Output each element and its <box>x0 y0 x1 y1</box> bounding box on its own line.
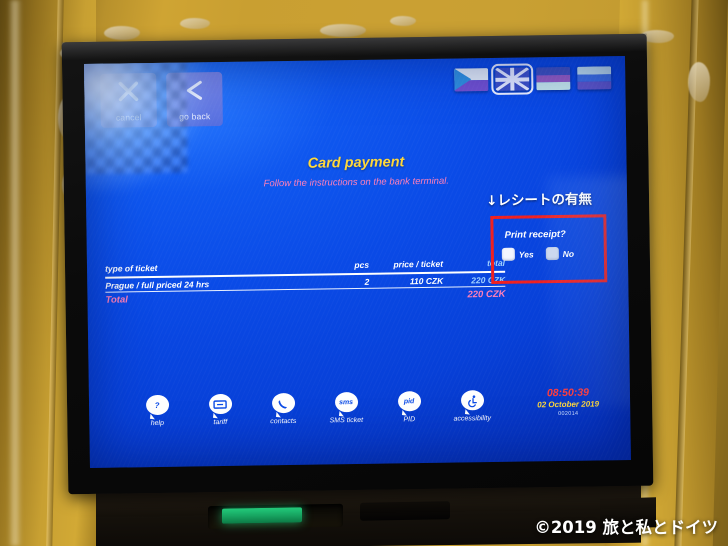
german-flag[interactable] <box>536 66 571 91</box>
receipt-yes-option[interactable]: Yes <box>501 247 534 261</box>
clock-time: 08:50:39 <box>546 386 590 400</box>
screen-glare-right <box>546 175 631 408</box>
header-price: price / ticket <box>393 258 444 270</box>
checkbox-icon[interactable] <box>501 247 515 261</box>
arrow-left-icon <box>181 77 207 107</box>
close-x-icon <box>115 78 141 108</box>
accessibility-label: accessibility <box>453 415 492 423</box>
ticket-dispenser-slot[interactable] <box>360 501 450 521</box>
page-title: Card payment <box>307 154 405 172</box>
receipt-options: Yes No <box>501 247 575 261</box>
machine-id: 002014 <box>558 410 579 418</box>
receipt-no-label: No <box>562 248 575 259</box>
help-button[interactable]: ? help <box>135 394 179 428</box>
kiosk-gloss <box>8 0 22 546</box>
receipt-question: Print receipt? <box>504 228 566 241</box>
cancel-button-label: cancel <box>115 112 142 123</box>
watermark: ©2019 旅と私とドイツ <box>534 518 718 537</box>
checkbox-icon[interactable] <box>545 247 559 261</box>
clock-panel: 08:50:39 02 October 2019 002014 <box>520 386 616 417</box>
card-reader-led <box>222 507 302 524</box>
sms-icon: sms <box>334 392 358 413</box>
pid-icon: pid <box>397 391 421 412</box>
help-label: help <box>150 419 165 428</box>
pid-button[interactable]: pid PID <box>387 391 431 424</box>
kiosk-monitor: cancel go back Card payment Follow the i… <box>61 33 654 495</box>
contacts-button[interactable]: contacts <box>261 392 305 426</box>
cell-ticket-price: 110 CZK <box>409 275 444 286</box>
receipt-no-option[interactable]: No <box>545 247 575 261</box>
paint-chip <box>104 26 140 40</box>
touchscreen[interactable]: cancel go back Card payment Follow the i… <box>84 56 631 468</box>
total-value: 220 CZK <box>467 288 506 301</box>
phone-icon <box>271 392 295 414</box>
total-label: Total <box>105 294 128 306</box>
cell-ticket-pcs: 2 <box>364 276 370 287</box>
question-mark-icon: ? <box>145 394 169 416</box>
tariff-icon <box>208 393 232 415</box>
go-back-button-label: go back <box>179 111 211 122</box>
uk-flag[interactable] <box>491 63 534 96</box>
czech-flag[interactable] <box>454 68 489 92</box>
sms-ticket-label: SMS ticket <box>329 416 364 425</box>
wheelchair-icon <box>460 390 484 411</box>
receipt-yes-label: Yes <box>518 248 534 260</box>
paint-chip <box>390 16 416 26</box>
sms-ticket-button[interactable]: sms SMS ticket <box>324 392 368 425</box>
tariff-button[interactable]: tariff <box>198 393 242 427</box>
header-pcs: pcs <box>354 259 370 271</box>
language-selector <box>454 63 612 96</box>
header-type: type of ticket <box>104 262 158 274</box>
pid-label: PID <box>403 416 416 424</box>
kiosk-photo: cancel go back Card payment Follow the i… <box>0 0 728 546</box>
go-back-button[interactable]: go back <box>166 71 223 127</box>
paint-chip <box>180 18 210 29</box>
tariff-label: tariff <box>213 418 228 427</box>
contacts-label: contacts <box>270 417 297 426</box>
paint-chip <box>320 24 366 37</box>
cancel-button[interactable]: cancel <box>100 72 157 128</box>
russian-flag[interactable] <box>577 66 612 90</box>
receipt-annotation: ↓レシートの有無 <box>485 191 593 210</box>
ticket-summary-table: type of ticket pcs price / ticket total … <box>105 258 506 306</box>
accessibility-button[interactable]: accessibility <box>450 390 494 423</box>
help-icon-bar: ? help tariff contacts sms SMS ticket pi… <box>135 390 494 427</box>
clock-date: 02 October 2019 <box>537 399 600 410</box>
paint-chip <box>688 62 710 102</box>
